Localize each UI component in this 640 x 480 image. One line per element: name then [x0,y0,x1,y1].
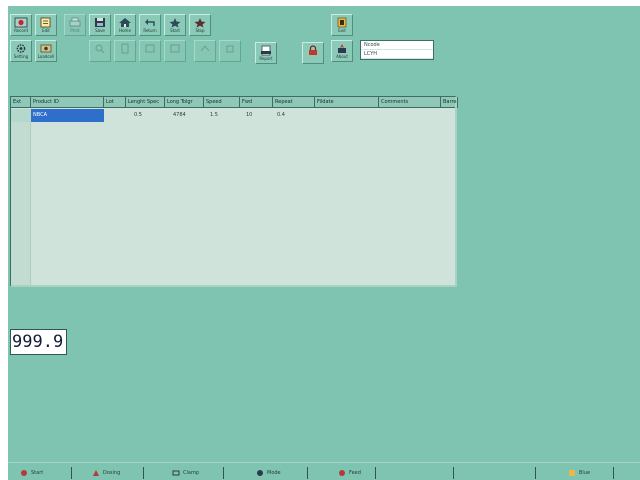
settings-button[interactable]: Setting [10,40,32,62]
window-top-edge [0,0,640,6]
status-blue[interactable]: Blue [564,467,614,479]
edit-icon [38,16,54,28]
save-icon [92,16,108,28]
cell-lenght[interactable]: 0.5 [126,109,165,122]
print-button[interactable]: Print [64,14,86,36]
loadcell-button[interactable]: Loadcell [35,40,57,62]
window-left-edge [0,0,8,480]
grid-row-gutter [11,122,31,285]
combo-line-1[interactable]: Ncode [361,41,433,50]
combo-line-2[interactable]: LCYH [361,50,433,59]
start-icon [167,16,183,28]
square-icon [222,42,238,54]
table-row[interactable]: NBCA 0.5 4784 1.5 10 0.4 [11,109,455,122]
disabled-button-5 [194,40,216,62]
col-product-id[interactable]: Product ID [31,97,104,108]
status-mode[interactable]: Mode [252,467,308,479]
value-readout: 999.9 [10,329,67,355]
status-dosing[interactable]: Dosing [88,467,144,479]
blue-icon [568,469,576,477]
loadcell-icon [38,42,54,54]
lock-button[interactable] [302,42,324,64]
col-barre[interactable]: Barre [441,97,458,108]
stop-icon [192,16,208,28]
start-button[interactable]: Start [164,14,186,36]
save-button[interactable]: Save [89,14,111,36]
exit-icon [334,16,350,28]
status-start[interactable]: Start [16,467,72,479]
report-button[interactable]: Report [255,42,277,64]
col-long-tolgr[interactable]: Long Tolgr [165,97,204,108]
disabled-button-4 [164,40,186,62]
col-ext[interactable]: Ext [11,97,31,108]
edit-button[interactable]: Edit [35,14,57,36]
cell-fwd[interactable]: 10 [240,109,273,122]
status-empty-1 [404,467,454,479]
cell-repeat[interactable]: 0.4 [273,109,315,122]
disabled-button-6 [219,40,241,62]
clamp-icon [172,469,180,477]
cell-barre[interactable] [441,109,458,122]
gear-icon [13,42,29,54]
col-lot[interactable]: Lot [104,97,126,108]
arrow-icon [197,42,213,54]
return-icon [142,16,158,28]
home-button[interactable]: Home [114,14,136,36]
status-clamp[interactable]: Clamp [168,467,224,479]
cell-lot[interactable] [104,109,126,122]
cell-fildate[interactable] [315,109,379,122]
feed-icon [338,469,346,477]
status-feed[interactable]: Feed [334,467,376,479]
col-comments[interactable]: Comments [379,97,441,108]
cell-long-tol[interactable]: 4784 [165,109,204,122]
report-icon [258,44,274,56]
start-icon [20,469,28,477]
status-bar: Start Dosing Clamp Mode Feed Blue [8,462,640,480]
doc-icon [167,42,183,54]
cell-product-id[interactable]: NBCA [31,109,104,122]
record-button[interactable]: Record [10,14,32,36]
page-icon [117,42,133,54]
code-combo-box[interactable]: Ncode LCYH [360,40,434,60]
magnifier-icon [92,42,108,54]
dosing-icon [92,469,100,477]
print-icon [67,16,83,28]
col-fwd[interactable]: Fwd [240,97,273,108]
info-icon [334,42,350,54]
disabled-button-3 [139,40,161,62]
status-empty-2 [480,467,536,479]
cell-comments[interactable] [379,109,441,122]
disabled-button-2 [114,40,136,62]
home-icon [117,16,133,28]
record-icon [13,16,29,28]
cell-speed[interactable]: 1.5 [204,109,240,122]
lock-icon [305,44,321,56]
product-grid[interactable]: Ext Product ID Lot Lenght Spec Long Tolg… [10,96,458,287]
stop-button[interactable]: Stop [189,14,211,36]
row-indicator[interactable] [11,109,31,122]
exit-button[interactable]: Exit [331,14,353,36]
col-repeat[interactable]: Repeat [273,97,315,108]
doc-icon [142,42,158,54]
disabled-button-1 [89,40,111,62]
return-button[interactable]: Return [139,14,161,36]
col-lenght-spec[interactable]: Lenght Spec [126,97,165,108]
grid-header: Ext Product ID Lot Lenght Spec Long Tolg… [11,97,458,108]
col-fildate[interactable]: Fildate [315,97,379,108]
col-speed[interactable]: Speed [204,97,240,108]
about-button[interactable]: About [331,40,353,62]
mode-icon [256,469,264,477]
